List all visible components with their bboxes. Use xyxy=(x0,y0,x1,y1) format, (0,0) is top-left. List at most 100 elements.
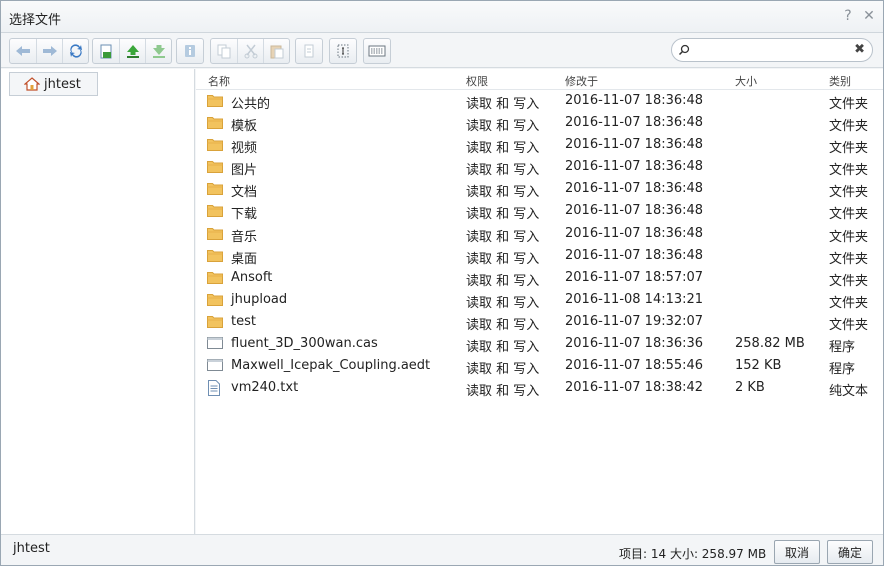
refresh-icon xyxy=(69,44,82,58)
info-button[interactable] xyxy=(177,39,203,63)
column-header-type[interactable]: 类别 xyxy=(829,73,851,89)
window-title: 选择文件 xyxy=(9,13,62,28)
tree-node-root[interactable]: jhtest xyxy=(9,72,98,96)
status-bar: jhtest 项目: 14 大小: 258.97 MB 取消 确定 xyxy=(1,534,883,565)
file-row[interactable]: vm240.txt 读取 和 写入 2016-11-07 18:38:42 2 KB 纯… xyxy=(196,377,883,399)
clear-search-icon[interactable]: ✖ xyxy=(854,42,865,57)
toolbar: ✖ xyxy=(1,34,883,68)
file-row[interactable]: test 读取 和 写入 2016-11-07 19:32:07 文件夹 xyxy=(196,311,883,333)
file-size: 258.82 MB xyxy=(735,336,805,352)
folder-icon xyxy=(207,181,223,199)
file-row[interactable]: 桌面 读取 和 写入 2016-11-07 18:36:48 文件夹 xyxy=(196,245,883,267)
folder-icon xyxy=(207,159,223,177)
file-row[interactable]: 音乐 读取 和 写入 2016-11-07 18:36:48 文件夹 xyxy=(196,223,883,245)
program-file-icon xyxy=(207,336,223,354)
file-permission: 读取 和 写入 xyxy=(466,163,540,179)
delete-button[interactable] xyxy=(296,39,322,63)
help-icon[interactable]: ? xyxy=(841,9,855,23)
file-size: 2 KB xyxy=(735,380,765,396)
folder-icon xyxy=(207,115,223,133)
file-row[interactable]: 视频 读取 和 写入 2016-11-07 18:36:48 文件夹 xyxy=(196,134,883,156)
cancel-button[interactable]: 取消 xyxy=(774,540,820,564)
file-type: 程序 xyxy=(829,362,856,378)
file-modified: 2016-11-08 14:13:21 xyxy=(565,291,704,307)
file-modified: 2016-11-07 18:57:07 xyxy=(565,269,704,285)
program-file-icon xyxy=(207,358,223,376)
file-name: 桌面 xyxy=(231,251,258,267)
column-header-permission[interactable]: 权限 xyxy=(466,73,488,89)
file-permission: 读取 和 写入 xyxy=(466,317,540,333)
selection-summary: 项目: 14 大小: 258.97 MB xyxy=(619,547,767,561)
file-row[interactable]: 模板 读取 和 写入 2016-11-07 18:36:48 文件夹 xyxy=(196,112,883,134)
copy-button[interactable] xyxy=(211,39,237,63)
file-permission: 读取 和 写入 xyxy=(466,207,540,223)
file-modified: 2016-11-07 18:38:42 xyxy=(565,380,704,396)
titlebar: 选择文件 ? ✕ xyxy=(1,1,883,33)
file-type: 文件夹 xyxy=(829,163,869,179)
file-modified: 2016-11-07 18:36:48 xyxy=(565,181,704,197)
text-file-icon xyxy=(207,380,221,400)
column-header-modified[interactable]: 修改于 xyxy=(565,73,598,89)
file-row[interactable]: Ansoft 读取 和 写入 2016-11-07 18:57:07 文件夹 xyxy=(196,267,883,289)
file-name: vm240.txt xyxy=(231,380,299,396)
file-name: 模板 xyxy=(231,119,258,135)
info-icon xyxy=(185,45,195,57)
file-modified: 2016-11-07 18:36:48 xyxy=(565,225,704,241)
file-type: 程序 xyxy=(829,340,856,356)
search-icon xyxy=(678,44,690,56)
file-modified: 2016-11-07 18:36:48 xyxy=(565,93,704,108)
download-button[interactable] xyxy=(145,39,171,63)
column-header-size[interactable]: 大小 xyxy=(735,73,757,89)
back-button[interactable] xyxy=(10,39,36,63)
file-permission: 读取 和 写入 xyxy=(466,141,540,157)
upload-icon xyxy=(126,45,139,58)
file-modified: 2016-11-07 18:36:48 xyxy=(565,203,704,219)
download-icon xyxy=(152,45,165,58)
file-row[interactable]: 下载 读取 和 写入 2016-11-07 18:36:48 文件夹 xyxy=(196,200,883,222)
file-type: 文件夹 xyxy=(829,141,869,157)
file-row[interactable]: 图片 读取 和 写入 2016-11-07 18:36:48 文件夹 xyxy=(196,156,883,178)
new-folder-button[interactable] xyxy=(93,39,119,63)
file-type: 文件夹 xyxy=(829,119,869,135)
file-type: 文件夹 xyxy=(829,251,869,267)
file-permission: 读取 和 写入 xyxy=(466,229,540,245)
search-input[interactable] xyxy=(694,42,844,58)
file-row[interactable]: Maxwell_Icepak_Coupling.aedt 读取 和 写入 2016-… xyxy=(196,355,883,377)
file-type: 文件夹 xyxy=(829,97,869,112)
file-size: 152 KB xyxy=(735,358,782,374)
folder-icon xyxy=(207,248,223,266)
file-modified: 2016-11-07 18:36:48 xyxy=(565,115,704,131)
view-button[interactable] xyxy=(364,39,390,63)
forward-icon xyxy=(42,46,57,56)
upload-button[interactable] xyxy=(119,39,145,63)
file-row[interactable]: fluent_3D_300wan.cas 读取 和 写入 2016-11-07 18… xyxy=(196,333,883,355)
select-button-group xyxy=(329,38,357,64)
delete-icon xyxy=(304,44,314,58)
file-modified: 2016-11-07 18:55:46 xyxy=(565,358,704,374)
select-button[interactable] xyxy=(330,39,356,63)
file-row[interactable]: jhupload 读取 和 写入 2016-11-08 14:13:21 文件夹 xyxy=(196,289,883,311)
paste-icon xyxy=(270,45,283,59)
column-header-name[interactable]: 名称 xyxy=(208,73,230,89)
file-permission: 读取 和 写入 xyxy=(466,251,540,267)
paste-button[interactable] xyxy=(263,39,289,63)
file-permission: 读取 和 写入 xyxy=(466,119,540,135)
refresh-button[interactable] xyxy=(62,39,88,63)
forward-button[interactable] xyxy=(36,39,62,63)
cut-button[interactable] xyxy=(237,39,263,63)
nav-button-group xyxy=(9,38,89,64)
file-list: 名称 权限 修改于 大小 类别 公共的 读取 和 写入 2016-11-07 18:… xyxy=(196,69,883,534)
file-row[interactable]: 公共的 读取 和 写入 2016-11-07 18:36:48 文件夹 xyxy=(196,90,883,112)
folder-icon xyxy=(207,93,223,111)
file-name: 下载 xyxy=(231,207,258,223)
folder-icon xyxy=(207,203,223,221)
ok-button[interactable]: 确定 xyxy=(827,540,873,564)
folder-icon xyxy=(207,314,223,332)
list-header: 名称 权限 修改于 大小 类别 xyxy=(196,69,883,90)
home-icon xyxy=(24,77,40,91)
search-box: ✖ xyxy=(671,38,873,62)
file-type: 文件夹 xyxy=(829,317,869,333)
close-icon[interactable]: ✕ xyxy=(862,9,876,23)
file-row[interactable]: 文档 读取 和 写入 2016-11-07 18:36:48 文件夹 xyxy=(196,178,883,200)
new-folder-icon xyxy=(100,44,112,59)
